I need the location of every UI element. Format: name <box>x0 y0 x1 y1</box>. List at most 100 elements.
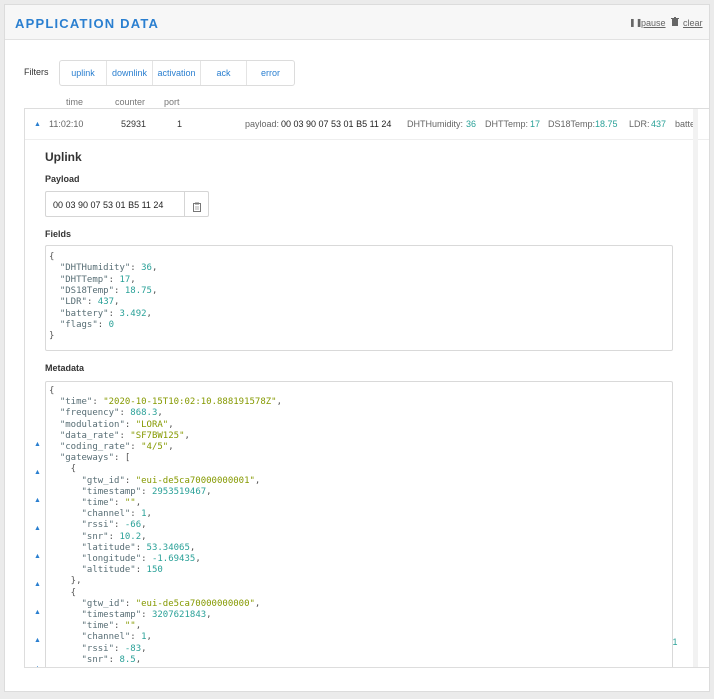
code-token: "4/5" <box>141 442 169 452</box>
field-value: 18.75 <box>595 119 618 129</box>
caret-up-icon[interactable]: ▲ <box>34 497 41 504</box>
code-token: 18.75 <box>124 285 152 296</box>
code-token: "rssi" <box>49 643 115 654</box>
code-token: "SF7BW125" <box>130 430 185 441</box>
code-token: "time" <box>49 498 115 508</box>
code-token: } <box>49 331 55 342</box>
code-line: "gtw_id": "eui-de5ca70000000001", <box>49 475 261 487</box>
code-token: 8.5 <box>119 654 136 665</box>
code-token: { <box>49 386 55 396</box>
metadata-json: { "time": "2020-10-15T10:02:10.888191578… <box>45 381 673 667</box>
filter-activation[interactable]: activation <box>153 61 201 85</box>
code-token: "gateways" <box>49 453 115 464</box>
code-token: 17 <box>119 274 131 285</box>
code-token: "" <box>124 621 136 632</box>
code-line: "data_rate": "SF7BW125", <box>49 431 190 442</box>
filter-ack[interactable]: ack <box>201 61 247 85</box>
code-token: "eui-de5ca70000000001" <box>135 475 255 486</box>
caret-up-icon[interactable]: ▲ <box>34 665 41 667</box>
code-token: : <box>119 408 131 419</box>
trash-icon[interactable] <box>671 17 679 28</box>
application-data-panel: APPLICATION DATA ❚❚ pause clear Filters … <box>4 4 710 692</box>
clear-button[interactable]: clear <box>683 18 703 28</box>
code-line: "snr": 10.2, <box>49 532 147 543</box>
caret-up-icon[interactable]: ▲ <box>34 609 41 616</box>
code-line: { <box>49 588 76 599</box>
code-token: , <box>254 598 261 609</box>
column-header-port: port <box>164 97 180 107</box>
code-line: "rssi": -66, <box>49 520 147 531</box>
scrollbar[interactable] <box>693 109 698 667</box>
code-token: "rssi" <box>49 520 115 531</box>
caret-up-icon[interactable]: ▲ <box>34 581 41 588</box>
code-line: "time": "", <box>49 621 142 632</box>
caret-up-icon[interactable]: ▲ <box>34 121 41 128</box>
code-token: , <box>157 408 163 419</box>
code-token: : <box>124 475 136 486</box>
fields-json: { "DHTHumidity": 36, "DHTTemp": 17, "DS1… <box>45 245 673 351</box>
field-key: DHTTemp: <box>485 119 529 129</box>
code-token: 0 <box>108 319 115 330</box>
code-line: "coding_rate": "4/5", <box>49 442 174 453</box>
code-line: "timestamp": 3207621843, <box>49 610 212 621</box>
code-token: : <box>141 554 152 564</box>
code-token: : <box>108 308 120 319</box>
copy-button[interactable] <box>184 192 209 216</box>
payload-field[interactable]: 00 03 90 07 53 01 B5 11 24 <box>45 191 209 217</box>
code-token: , <box>135 498 142 508</box>
code-token: { <box>49 587 77 598</box>
code-token: : <box>97 319 109 330</box>
code-token: , <box>168 419 174 430</box>
code-token: "latitude" <box>49 542 136 553</box>
code-token: : <box>141 486 152 497</box>
code-token: , <box>206 610 212 620</box>
code-token: "timestamp" <box>49 486 142 497</box>
code-line: "rssi": -83, <box>49 644 147 655</box>
code-token: : <box>108 654 120 665</box>
code-line: "time": "", <box>49 498 142 509</box>
event-list: ▲361718.75429▲361718.75448▲361718.75432▲… <box>24 108 709 668</box>
event-counter: 52931 <box>121 119 147 129</box>
code-token: : <box>124 598 136 609</box>
metadata-heading: Metadata <box>45 363 85 373</box>
code-token: : <box>114 498 125 508</box>
clipboard-icon <box>193 199 201 217</box>
code-line: "DS18Temp": 18.75, <box>49 285 158 297</box>
page-title: APPLICATION DATA <box>15 16 160 31</box>
code-token: , <box>135 621 142 632</box>
code-token: : <box>108 274 120 285</box>
code-token: "gtw_id" <box>49 598 125 609</box>
code-token: "battery" <box>49 308 109 319</box>
code-token: , <box>189 542 196 553</box>
code-line: "LDR": 437, <box>49 297 120 308</box>
code-token: "coding_rate" <box>49 442 131 452</box>
column-header-counter: counter <box>115 97 146 107</box>
code-token: "DHTHumidity" <box>49 263 131 274</box>
code-token: "time" <box>49 397 93 408</box>
code-token: "data_rate" <box>49 430 120 441</box>
pause-button[interactable]: pause <box>641 18 666 28</box>
field-key: LDR: <box>629 119 650 129</box>
code-token: 53.34065 <box>146 542 190 553</box>
table-row[interactable]: ▲ 11:02:10 52931 1 payload: 00 03 90 07 … <box>25 109 709 140</box>
code-token: "flags" <box>49 319 98 330</box>
caret-up-icon[interactable]: ▲ <box>34 469 41 476</box>
caret-up-icon[interactable]: ▲ <box>34 441 41 448</box>
code-token: "timestamp" <box>49 610 142 620</box>
code-token: : <box>130 509 142 520</box>
code-token: : <box>130 263 142 274</box>
code-line: "time": "2020-10-15T10:02:10.888191578Z"… <box>49 397 282 408</box>
filter-downlink[interactable]: downlink <box>107 61 153 85</box>
filter-uplink[interactable]: uplink <box>60 61 107 85</box>
caret-up-icon[interactable]: ▲ <box>34 553 41 560</box>
code-token: "gtw_id" <box>49 475 125 486</box>
code-token: , <box>146 632 152 643</box>
code-token: "eui-de5ca70000000000" <box>135 598 255 609</box>
code-token: "snr" <box>49 531 109 542</box>
filter-error[interactable]: error <box>247 61 294 85</box>
code-line: "DHTTemp": 17, <box>49 275 136 286</box>
code-token: : <box>130 632 142 643</box>
caret-up-icon[interactable]: ▲ <box>34 637 41 644</box>
code-line: "altitude": 150 <box>49 565 163 576</box>
caret-up-icon[interactable]: ▲ <box>34 525 41 532</box>
